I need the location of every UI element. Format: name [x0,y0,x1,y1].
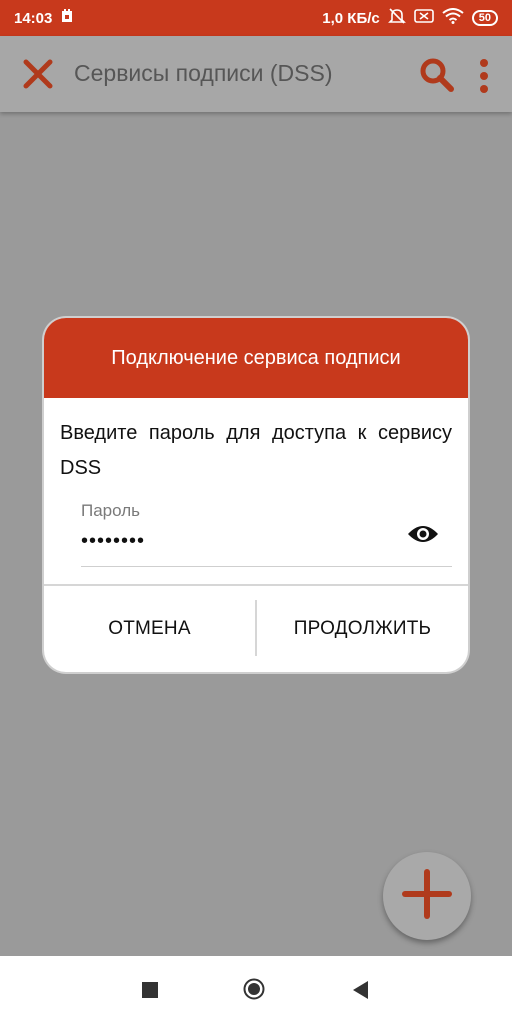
status-right: 1,0 КБ/с 50 [322,7,498,29]
password-label: Пароль [81,501,140,520]
back-icon[interactable] [351,980,369,1000]
continue-button[interactable]: ПРОДОЛЖИТЬ [257,586,468,672]
dialog-title: Подключение сервиса подписи [44,318,468,398]
recents-icon[interactable] [142,982,158,998]
dialog-message: Введите пароль для доступа к сервису DSS [60,422,452,479]
home-icon[interactable] [243,978,265,1000]
password-field[interactable]: •••••••• [81,530,145,553]
sim-icon [413,8,434,28]
notification-icon [60,8,74,28]
mute-icon [387,7,406,29]
more-vert-icon[interactable] [478,58,490,94]
close-icon[interactable] [20,56,56,92]
app-bar: Сервисы подписи (DSS) [0,36,512,112]
add-button[interactable] [383,852,471,940]
battery-icon: 50 [471,10,498,26]
eye-icon[interactable] [407,522,439,546]
password-underline [81,566,452,567]
page-title: Сервисы подписи (DSS) [74,60,333,86]
navigation-bar [0,956,512,1024]
search-icon[interactable] [418,56,456,94]
network-speed: 1,0 КБ/с [322,9,380,27]
plus-icon [401,868,453,925]
cancel-button[interactable]: ОТМЕНА [44,586,255,672]
connect-service-dialog: Подключение сервиса подписи Введите паро… [44,318,468,672]
status-time: 14:03 [14,9,53,27]
status-bar: 14:03 1,0 КБ/с 50 [0,0,512,36]
wifi-icon [442,8,464,28]
